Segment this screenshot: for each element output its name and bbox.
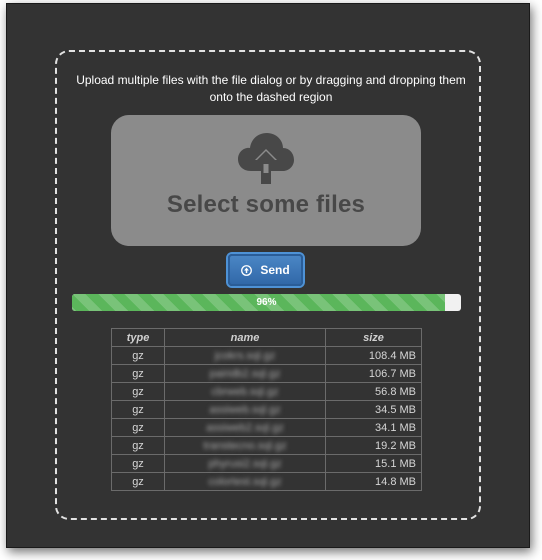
file-name: pairidb2.sql.gz xyxy=(164,364,326,383)
file-size: 14.8 MB xyxy=(325,472,422,491)
file-type: gz xyxy=(111,454,165,473)
file-name-text: phyrusi2.sql.gz xyxy=(208,457,282,470)
file-size: 108.4 MB xyxy=(325,346,422,365)
file-type: gz xyxy=(111,436,165,455)
table-row: gz phyrusi2.sql.gz 15.1 MB xyxy=(111,454,422,473)
file-size: 56.8 MB xyxy=(325,382,422,401)
table-row: gz transtecno.sql.gz 19.2 MB xyxy=(111,436,422,455)
arrow-up-circle-icon xyxy=(241,264,253,276)
send-label: Send xyxy=(260,263,290,277)
column-header-type: type xyxy=(111,328,165,347)
file-name: cbrweb.sql.gz xyxy=(164,382,326,401)
file-name: assiweb2.sql.gz xyxy=(164,418,326,437)
file-name-text: assiweb.sql.gz xyxy=(209,403,281,416)
file-size: 34.5 MB xyxy=(325,400,422,419)
cloud-upload-icon xyxy=(238,133,294,184)
column-header-size: size xyxy=(325,328,422,347)
file-size: 15.1 MB xyxy=(325,454,422,473)
table-row: gz assiweb2.sql.gz 34.1 MB xyxy=(111,418,422,437)
table-header-row: type name size xyxy=(111,328,422,347)
file-name: assiweb.sql.gz xyxy=(164,400,326,419)
file-name: colortest.sql.gz xyxy=(164,472,326,491)
file-name: phyrusi2.sql.gz xyxy=(164,454,326,473)
file-size: 19.2 MB xyxy=(325,436,422,455)
instructions-text: Upload multiple files with the file dial… xyxy=(76,73,466,104)
file-name-text: pairidb2.sql.gz xyxy=(209,367,281,380)
file-type: gz xyxy=(111,472,165,491)
file-type: gz xyxy=(111,364,165,383)
file-name-text: cbrweb.sql.gz xyxy=(211,385,279,398)
file-name-text: colortest.sql.gz xyxy=(208,475,282,488)
file-type: gz xyxy=(111,382,165,401)
table-row: gz assiweb.sql.gz 34.5 MB xyxy=(111,400,422,419)
app-window: Upload multiple files with the file dial… xyxy=(6,3,530,548)
progress-label: 96% xyxy=(256,297,277,308)
file-size: 106.7 MB xyxy=(325,364,422,383)
select-files-button[interactable]: Select some files xyxy=(111,115,421,246)
file-name: transtecno.sql.gz xyxy=(164,436,326,455)
table-row: gz jcokrs.sql.gz 108.4 MB xyxy=(111,346,422,365)
file-type: gz xyxy=(111,400,165,419)
file-table: type name size gz jcokrs.sql.gz 108.4 MB… xyxy=(111,328,422,491)
upload-progress-bar: 96% xyxy=(72,294,461,311)
file-size: 34.1 MB xyxy=(325,418,422,437)
file-name-text: assiweb2.sql.gz xyxy=(206,421,284,434)
file-type: gz xyxy=(111,418,165,437)
file-name-text: transtecno.sql.gz xyxy=(203,439,287,452)
file-name: jcokrs.sql.gz xyxy=(164,346,326,365)
file-type: gz xyxy=(111,346,165,365)
send-button[interactable]: Send xyxy=(228,254,303,286)
column-header-name: name xyxy=(164,328,326,347)
table-row: gz cbrweb.sql.gz 56.8 MB xyxy=(111,382,422,401)
file-name-text: jcokrs.sql.gz xyxy=(214,349,276,362)
table-row: gz colortest.sql.gz 14.8 MB xyxy=(111,472,422,491)
select-files-label: Select some files xyxy=(166,191,366,218)
table-row: gz pairidb2.sql.gz 106.7 MB xyxy=(111,364,422,383)
